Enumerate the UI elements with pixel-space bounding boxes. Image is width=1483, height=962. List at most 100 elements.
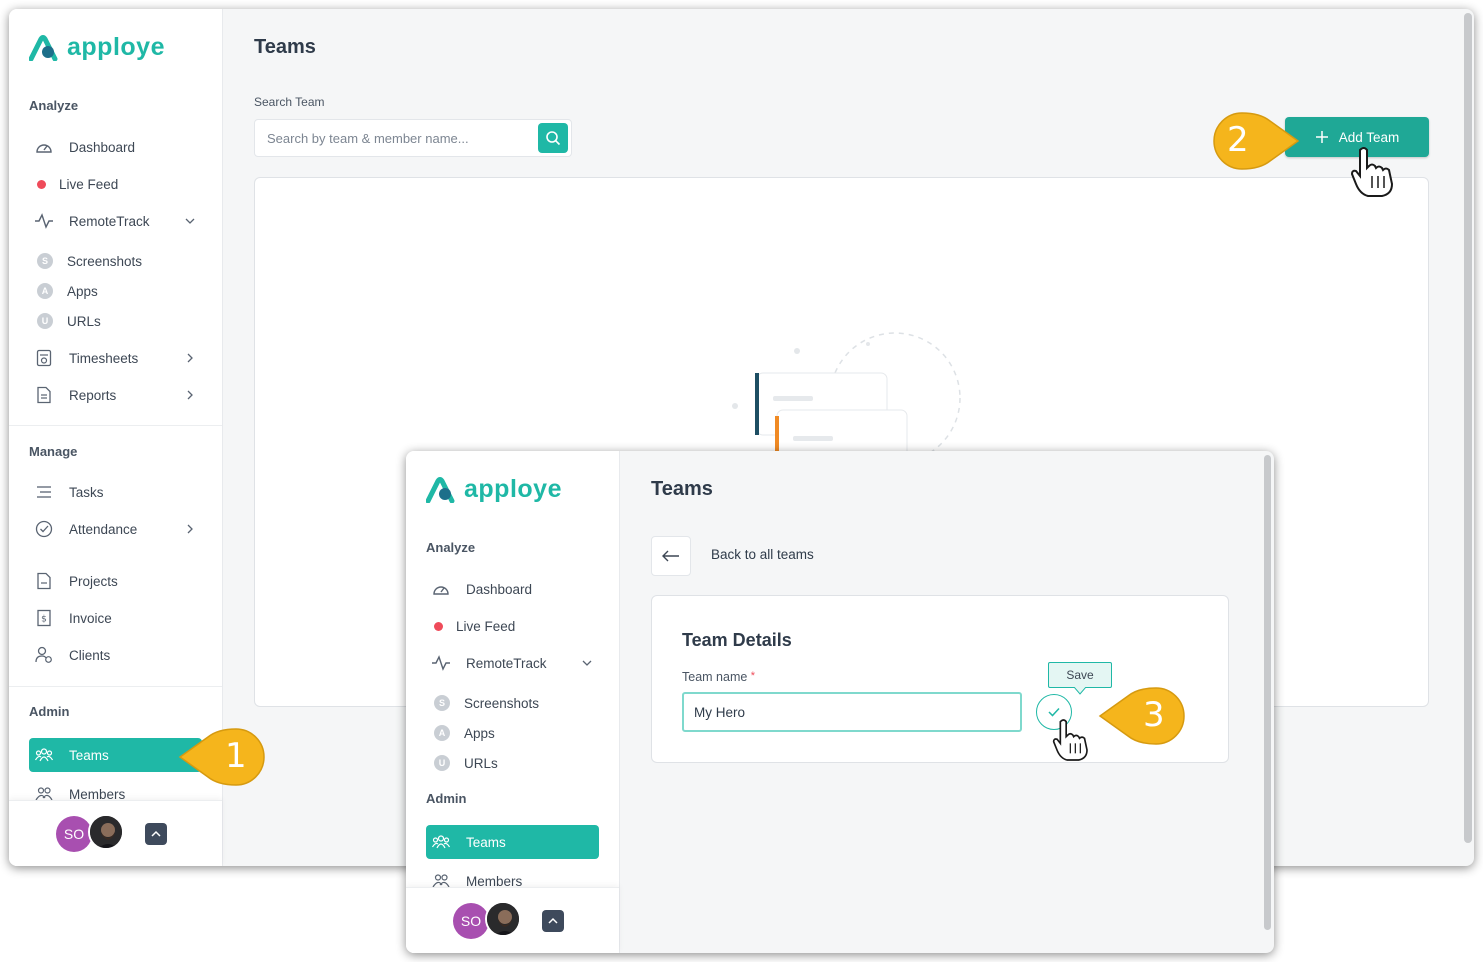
logo-text: apploye — [464, 475, 562, 503]
gauge-icon — [431, 579, 451, 599]
sidebar-item-label: Teams — [466, 834, 506, 850]
avatar[interactable] — [485, 901, 521, 937]
apps-badge-icon: A — [434, 725, 450, 741]
sidebar-item-label: URLs — [464, 755, 498, 771]
live-dot-icon — [434, 621, 443, 631]
screenshots-badge-icon: S — [434, 695, 450, 711]
avatar-initials[interactable]: SO — [56, 816, 92, 852]
logo-text: apploye — [67, 33, 165, 61]
sidebar-item-attendance[interactable]: Attendance — [29, 512, 206, 546]
sidebar-item-label: Screenshots — [67, 253, 143, 269]
search-icon — [546, 131, 561, 146]
check-icon — [1048, 707, 1060, 717]
sidebar-item-label: Dashboard — [69, 139, 136, 155]
sidebar-item-label: Screenshots — [464, 695, 540, 711]
scrollbar[interactable] — [1264, 455, 1271, 930]
scrollbar[interactable] — [1464, 13, 1472, 843]
invoice-icon: $ — [34, 608, 54, 628]
section-title-admin: Admin — [29, 704, 70, 719]
sidebar-subitem-urls[interactable]: U URLs — [37, 307, 101, 335]
sidebar-item-label: Tasks — [69, 484, 104, 500]
expand-up-button[interactable] — [145, 823, 167, 845]
sidebar-item-label: RemoteTrack — [69, 213, 150, 229]
section-title-admin: Admin — [426, 791, 467, 806]
sidebar-item-invoice[interactable]: $ Invoice — [29, 601, 206, 635]
search-input[interactable]: Search by team & member name... — [254, 119, 572, 157]
sidebar-item-tasks[interactable]: Tasks — [29, 475, 206, 509]
sidebar-footer: SO — [9, 800, 222, 866]
sidebar-item-label: Attendance — [69, 521, 138, 537]
sidebar-item-label: Live Feed — [59, 176, 119, 192]
hand-cursor-icon — [1052, 719, 1088, 761]
sidebar-subitem-urls[interactable]: U URLs — [434, 749, 498, 777]
apploye-logo-icon — [426, 476, 455, 503]
svg-text:$: $ — [41, 615, 47, 625]
search-label: Search Team — [254, 95, 325, 109]
section-title-manage: Manage — [29, 444, 78, 459]
sidebar-item-remotetrack[interactable]: RemoteTrack — [426, 646, 603, 680]
sidebar-item-label: Teams — [69, 747, 109, 763]
expand-up-button[interactable] — [542, 910, 564, 932]
timesheet-icon — [34, 348, 54, 368]
sidebar-item-teams[interactable]: Teams — [426, 825, 599, 859]
live-dot-icon — [37, 179, 46, 189]
divider — [9, 425, 222, 426]
chevron-right-icon — [187, 390, 193, 400]
screenshots-badge-icon: S — [37, 253, 53, 269]
team-name-value: My Hero — [694, 704, 746, 720]
arrow-left-icon — [662, 550, 679, 562]
avatar[interactable] — [88, 814, 124, 850]
sidebar-item-label: Clients — [69, 647, 111, 663]
sidebar-item-dashboard[interactable]: Dashboard — [29, 130, 206, 164]
team-name-input[interactable]: My Hero — [682, 692, 1022, 732]
sidebar-subitem-apps[interactable]: A Apps — [37, 277, 98, 305]
user-photo-icon — [487, 903, 519, 935]
chevron-right-icon — [187, 353, 193, 363]
tasks-icon — [34, 482, 54, 502]
sidebar-item-teams[interactable]: Teams — [29, 738, 202, 772]
sidebar-item-dashboard[interactable]: Dashboard — [426, 572, 603, 606]
sidebar-item-label: Dashboard — [466, 581, 533, 597]
sidebar-subitem-apps[interactable]: A Apps — [434, 719, 495, 747]
sidebar-subitem-screenshots[interactable]: S Screenshots — [37, 247, 142, 275]
logo[interactable]: apploye — [29, 33, 165, 62]
sidebar-item-timesheets[interactable]: Timesheets — [29, 341, 206, 375]
required-mark: * — [750, 670, 756, 682]
callout-number-2: 2 — [1227, 120, 1249, 160]
chevron-up-icon — [548, 917, 558, 924]
sidebar-item-live-feed[interactable]: Live Feed — [29, 167, 206, 201]
urls-badge-icon: U — [37, 313, 53, 329]
sidebar-item-live-feed[interactable]: Live Feed — [426, 609, 603, 643]
back-button[interactable] — [651, 536, 691, 576]
sidebar-item-reports[interactable]: Reports — [29, 378, 206, 412]
chevron-right-icon — [187, 524, 193, 534]
sidebar-item-label: URLs — [67, 313, 101, 329]
callout-badge-2-icon — [1213, 112, 1300, 170]
team-icon — [431, 832, 451, 852]
back-link[interactable]: Back to all teams — [711, 547, 814, 562]
logo[interactable]: apploye — [426, 475, 562, 504]
search-button[interactable] — [538, 123, 568, 153]
apps-badge-icon: A — [37, 283, 53, 299]
page-title: Teams — [254, 36, 316, 58]
callout-number-1: 1 — [225, 736, 247, 776]
details-title: Team Details — [682, 630, 792, 650]
page-title: Teams — [651, 478, 713, 500]
pulse-icon — [34, 211, 54, 231]
sidebar-subitem-screenshots[interactable]: S Screenshots — [434, 689, 539, 717]
attendance-icon — [34, 519, 54, 539]
sidebar-item-remotetrack[interactable]: RemoteTrack — [29, 204, 206, 238]
section-title-analyze: Analyze — [426, 540, 476, 555]
search-placeholder: Search by team & member name... — [267, 130, 469, 146]
callout-number-3: 3 — [1143, 695, 1165, 735]
project-icon — [34, 571, 54, 591]
gauge-icon — [34, 137, 54, 157]
avatar-initials[interactable]: SO — [453, 903, 489, 939]
sidebar-item-clients[interactable]: Clients — [29, 638, 206, 672]
empty-state-illustration-icon — [732, 332, 961, 458]
sidebar-item-projects[interactable]: Projects — [29, 564, 206, 598]
sidebar-item-label: RemoteTrack — [466, 655, 547, 671]
sidebar-item-label: Reports — [69, 387, 117, 403]
apploye-logo-icon — [29, 34, 58, 61]
add-team-label: Add Team — [1338, 129, 1400, 145]
